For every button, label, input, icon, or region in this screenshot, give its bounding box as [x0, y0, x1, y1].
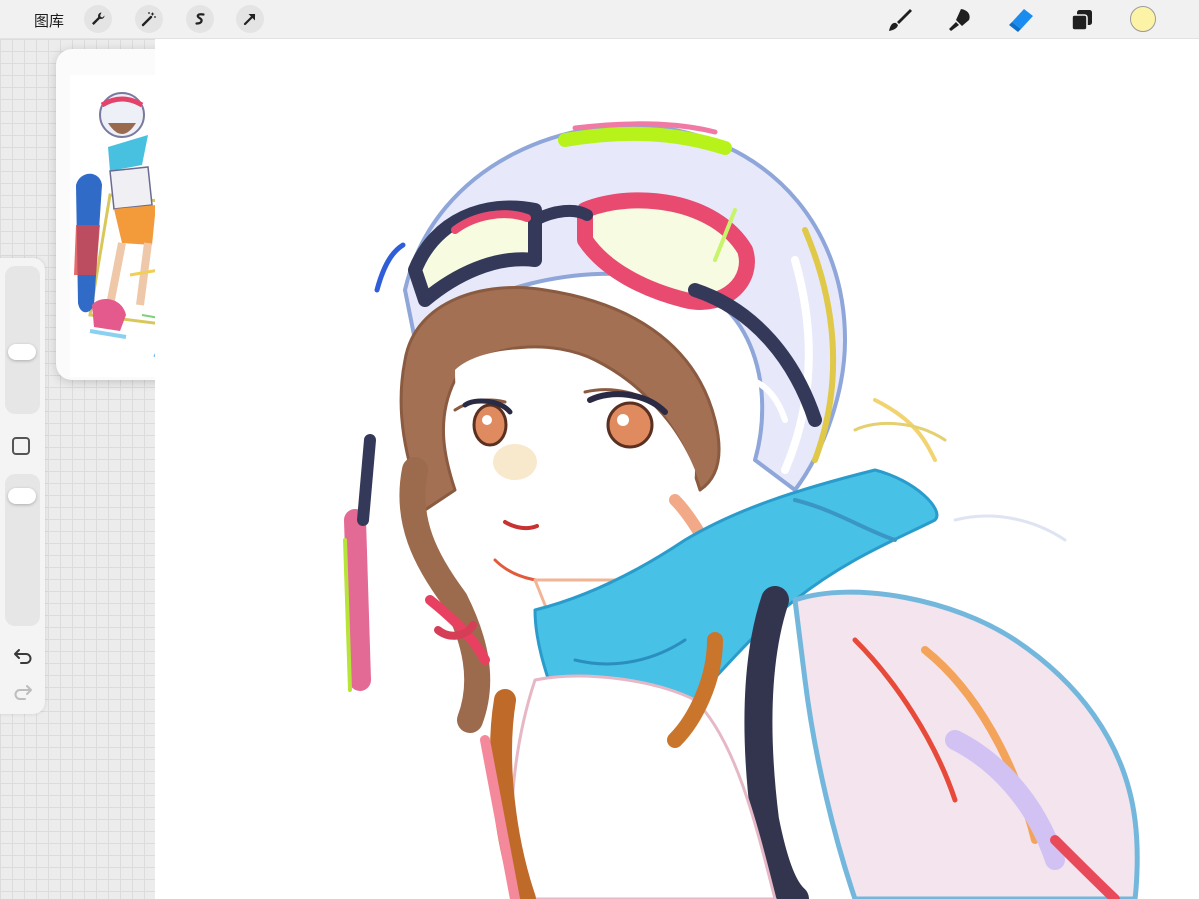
gallery-button[interactable]: 图库 — [34, 10, 64, 31]
actions-button[interactable] — [84, 5, 112, 33]
top-toolbar: 图库 — [0, 0, 1199, 39]
redo-button[interactable] — [11, 681, 35, 703]
selection-icon — [195, 13, 205, 25]
eraser-tool[interactable] — [1005, 4, 1037, 36]
eraser-icon — [1009, 9, 1033, 32]
opacity-slider[interactable] — [5, 474, 40, 626]
opacity-thumb[interactable] — [8, 488, 36, 505]
brush-tool[interactable] — [884, 4, 916, 36]
brush-size-thumb[interactable] — [8, 344, 36, 361]
adjustments-button[interactable] — [135, 5, 163, 33]
modify-button[interactable] — [12, 437, 30, 455]
brush-size-slider[interactable] — [5, 266, 40, 414]
magic-wand-icon — [141, 12, 156, 27]
smudge-icon — [949, 9, 970, 31]
left-sidebar — [0, 258, 45, 714]
drawing-canvas[interactable] — [155, 40, 1199, 899]
selection-button[interactable] — [186, 5, 214, 33]
smudge-tool[interactable] — [944, 4, 976, 36]
brush-icon — [889, 9, 912, 31]
undo-icon — [14, 649, 32, 664]
undo-button[interactable] — [11, 645, 35, 667]
transform-button[interactable] — [236, 5, 264, 33]
color-picker-swatch[interactable] — [1130, 6, 1156, 32]
wrench-icon — [92, 12, 105, 25]
transform-arrow-icon — [243, 13, 256, 26]
redo-icon — [14, 685, 32, 700]
layers-button[interactable] — [1066, 4, 1098, 36]
layers-icon — [1071, 10, 1092, 31]
